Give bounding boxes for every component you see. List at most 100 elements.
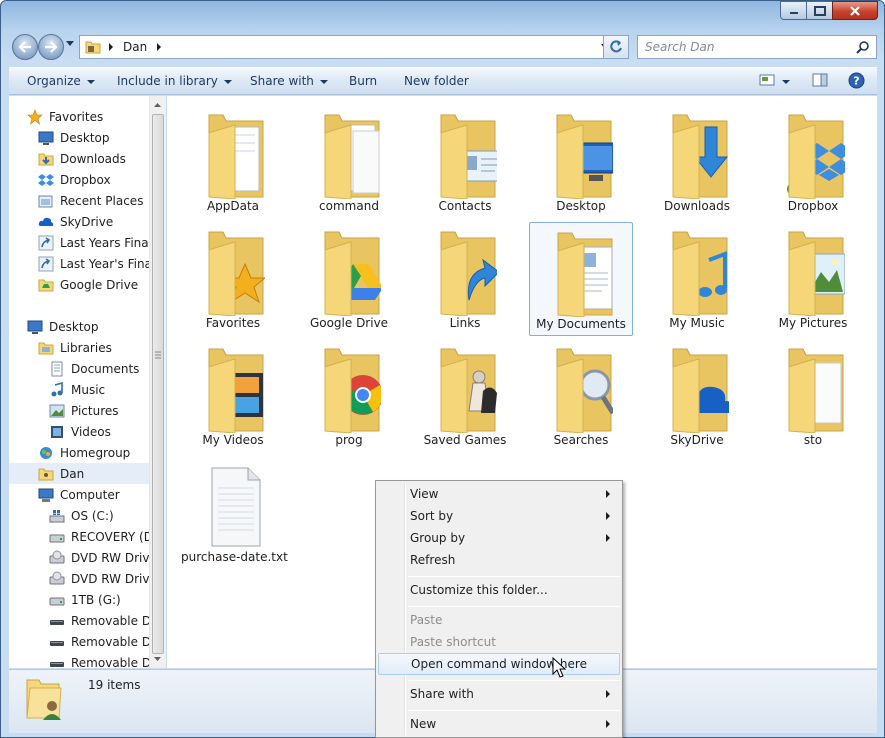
sidebar-favorites-header[interactable]: Favorites (27, 106, 103, 127)
file-item[interactable]: Downloads (645, 105, 749, 219)
sidebar-item-last-years-finances[interactable]: Last Years Financ (38, 232, 160, 253)
sidebar-item-dan[interactable]: Dan (9, 463, 157, 484)
file-item-label: Favorites (205, 316, 261, 330)
file-item[interactable]: command (297, 105, 401, 219)
menu-item-paste[interactable]: Paste (378, 609, 620, 631)
menu-item-refresh[interactable]: Refresh (378, 549, 620, 571)
file-item[interactable]: My Music (645, 222, 749, 336)
minimize-button[interactable] (780, 1, 807, 20)
context-menu: View Sort by Group by Refresh Customize … (375, 480, 623, 738)
breadcrumb-separator-icon[interactable] (155, 43, 163, 51)
file-item[interactable]: My Documents (529, 222, 633, 336)
sidebar-item-music[interactable]: Music (49, 379, 105, 400)
sidebar-item-removable-3[interactable]: Removable Dis (49, 652, 161, 669)
sidebar-item-documents[interactable]: Documents (49, 358, 139, 379)
change-view-button[interactable] (759, 73, 775, 90)
removable-disk-icon (49, 634, 65, 650)
breadcrumb-dan[interactable]: Dan (123, 40, 147, 54)
file-item[interactable]: My Videos (181, 339, 285, 453)
sidebar-item-dvd-drive-1[interactable]: DVD RW Drive ( (49, 547, 160, 568)
menu-item-sort-by[interactable]: Sort by (378, 505, 620, 527)
help-icon: ? (848, 72, 865, 89)
file-item[interactable]: Searches (529, 339, 633, 453)
burn-button[interactable]: Burn (349, 74, 377, 88)
organize-button[interactable]: Organize (27, 74, 95, 88)
file-item[interactable]: Saved Games (413, 339, 517, 453)
sidebar-item-desktop[interactable]: Desktop (38, 127, 110, 148)
sidebar-item-drive-c[interactable]: OS (C:) (49, 505, 114, 526)
preview-pane-button[interactable] (812, 73, 828, 90)
address-bar[interactable]: Dan (79, 35, 614, 59)
search-input[interactable]: Search Dan (637, 35, 877, 59)
organize-label: Organize (27, 74, 81, 88)
file-item[interactable]: Favorites (181, 222, 285, 336)
sidebar-item-recent-places[interactable]: Recent Places (38, 190, 143, 211)
maximize-button[interactable] (806, 1, 833, 20)
explorer-window: Dan Search Dan Organize Include in libra… (0, 0, 885, 738)
back-arrow-icon (18, 41, 31, 53)
menu-item-group-by[interactable]: Group by (378, 527, 620, 549)
scrollbar-thumb[interactable] (152, 114, 164, 654)
refresh-button[interactable] (603, 35, 629, 59)
sidebar-item-dvd-drive-2[interactable]: DVD RW Drive ( (49, 568, 160, 589)
sidebar-item-drive-g[interactable]: 1TB (G:) (49, 589, 121, 610)
menu-item-open-command-window[interactable]: Open command window here (378, 653, 620, 675)
file-item-label: purchase-date.txt (181, 550, 288, 564)
navigation-pane-scrollbar[interactable] (149, 96, 166, 668)
sidebar-item-removable-1[interactable]: Removable Dis (49, 610, 160, 631)
menu-item-customize-folder[interactable]: Customize this folder... (378, 579, 620, 601)
menu-item-view[interactable]: View (378, 483, 620, 505)
file-item-label: My Videos (202, 433, 264, 447)
search-icon[interactable] (856, 40, 870, 54)
menu-item-label: New (410, 717, 437, 731)
file-item[interactable]: Links (413, 222, 517, 336)
sidebar-item-desktop-root[interactable]: Desktop (27, 316, 99, 337)
file-item[interactable]: Dropbox (761, 105, 865, 219)
include-in-library-button[interactable]: Include in library (117, 74, 232, 88)
sidebar-label: Removable Dis (71, 655, 161, 669)
close-button[interactable] (832, 1, 878, 20)
sidebar-item-last-year-s-finances[interactable]: Last Year's Financ (38, 253, 160, 274)
sidebar-item-removable-2[interactable]: Removable Dis (49, 631, 160, 652)
file-item[interactable]: Desktop (529, 105, 633, 219)
sidebar-item-drive-d[interactable]: RECOVERY (D:) (49, 526, 160, 547)
new-folder-button[interactable]: New folder (404, 74, 469, 88)
sidebar-item-libraries[interactable]: Libraries (38, 337, 112, 358)
sidebar-item-dropbox[interactable]: Dropbox (38, 169, 111, 190)
file-item[interactable]: prog (297, 339, 401, 453)
sidebar-item-pictures[interactable]: Pictures (49, 400, 119, 421)
scroll-up-icon[interactable] (150, 98, 165, 112)
sidebar-item-downloads[interactable]: Downloads (38, 148, 126, 169)
downloads-folder-icon (38, 151, 54, 167)
back-button[interactable] (12, 34, 38, 60)
sidebar-label: Documents (71, 361, 140, 376)
submenu-arrow-icon (606, 490, 610, 498)
sidebar-item-videos[interactable]: Videos (49, 421, 111, 442)
breadcrumb-separator-icon (109, 43, 113, 51)
view-options-button[interactable] (782, 74, 790, 88)
file-item[interactable]: AppData (181, 105, 285, 219)
file-item[interactable]: SkyDrive (645, 339, 749, 453)
svg-text:?: ? (853, 75, 859, 88)
sidebar-item-google-drive[interactable]: Google Drive (38, 274, 138, 295)
scroll-down-icon[interactable] (150, 652, 165, 666)
sidebar-item-skydrive[interactable]: SkyDrive (38, 211, 113, 232)
navigation-pane: Favorites Desktop Downloads Dropbox Rece… (9, 96, 161, 668)
file-item[interactable]: sto (761, 339, 865, 453)
share-with-button[interactable]: Share with (250, 74, 328, 88)
help-button[interactable]: ? (848, 72, 865, 92)
user-folder-icon (38, 466, 54, 482)
menu-item-paste-shortcut[interactable]: Paste shortcut (378, 631, 620, 653)
recent-pages-dropdown-icon[interactable] (66, 41, 74, 47)
file-item[interactable]: Google Drive (297, 222, 401, 336)
folder-search-icon (556, 348, 613, 433)
file-item[interactable]: My Pictures (761, 222, 865, 336)
menu-item-share-with[interactable]: Share with (378, 683, 620, 705)
file-item[interactable]: Contacts (413, 105, 517, 219)
forward-button[interactable] (38, 34, 64, 60)
sidebar-label: Pictures (71, 403, 119, 418)
menu-item-new[interactable]: New (378, 713, 620, 735)
sidebar-item-homegroup[interactable]: Homegroup (38, 442, 130, 463)
sidebar-item-computer[interactable]: Computer (38, 484, 120, 505)
file-item[interactable]: purchase-date.txt (181, 456, 288, 570)
